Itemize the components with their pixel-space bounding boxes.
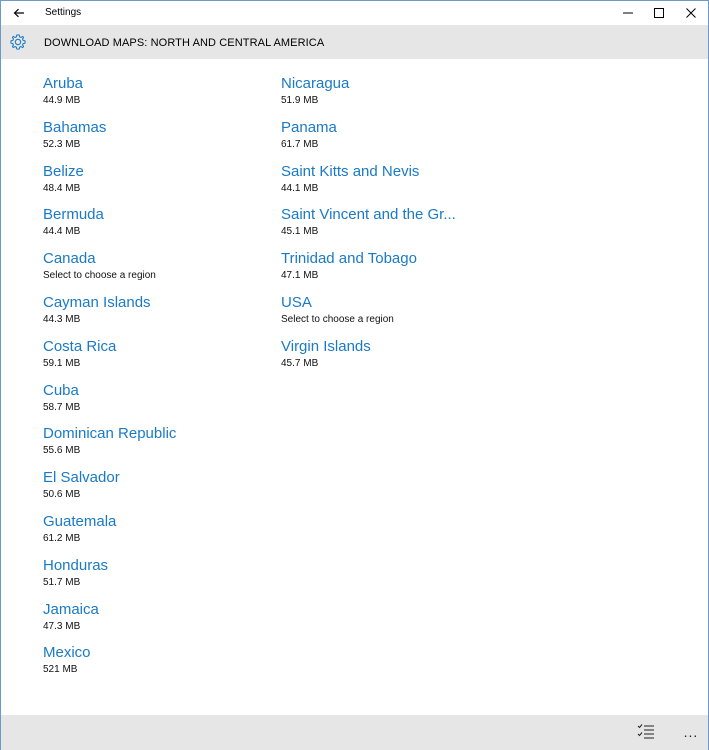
map-size: 52.3 MB [43, 138, 81, 150]
maximize-icon [654, 8, 664, 18]
map-size: 44.4 MB [43, 226, 81, 238]
more-button[interactable]: ... [679, 723, 703, 743]
country-list-item[interactable]: Honduras 51.7 MB [43, 556, 176, 600]
map-size: 47.1 MB [281, 270, 319, 282]
maximize-button[interactable] [643, 1, 675, 25]
map-size: 44.3 MB [43, 313, 81, 325]
country-name: Mexico [43, 644, 91, 662]
country-name: Guatemala [43, 512, 117, 530]
page-title: DOWNLOAD MAPS: NORTH AND CENTRAL AMERICA [44, 37, 325, 49]
map-size: 47.3 MB [43, 620, 81, 632]
map-size: 521 MB [43, 664, 78, 676]
country-list-item[interactable]: USA Select to choose a region [281, 293, 456, 337]
map-size: 61.7 MB [281, 138, 319, 150]
window-title: Settings [45, 7, 82, 18]
country-list-item[interactable]: Panama 61.7 MB [281, 118, 456, 162]
map-size: 50.6 MB [43, 489, 81, 501]
country-name: El Salvador [43, 469, 120, 487]
map-size: 44.1 MB [281, 182, 319, 194]
map-size: 44.9 MB [43, 95, 81, 106]
back-arrow-icon [13, 8, 24, 18]
country-list-item[interactable]: Cayman Islands 44.3 MB [43, 293, 176, 337]
map-size: 48.4 MB [43, 182, 81, 194]
country-name: USA [281, 293, 312, 311]
country-name: Aruba [43, 75, 84, 92]
map-size: 51.9 MB [281, 95, 319, 106]
country-list-item[interactable]: Bahamas 52.3 MB [43, 118, 176, 162]
country-name: Cayman Islands [43, 293, 151, 311]
select-button[interactable] [637, 723, 661, 743]
map-size: 59.1 MB [43, 357, 81, 369]
page-header: DOWNLOAD MAPS: NORTH AND CENTRAL AMERICA [1, 25, 708, 59]
country-list-item[interactable]: Nicaragua 51.9 MB [281, 74, 456, 118]
country-name: Nicaragua [281, 75, 350, 92]
country-list-item[interactable]: Guatemala 61.2 MB [43, 512, 176, 556]
country-list-item[interactable]: Belize 48.4 MB [43, 162, 176, 206]
country-list-item[interactable]: Costa Rica 59.1 MB [43, 337, 176, 381]
bottom-app-bar: ... [1, 715, 708, 750]
country-list-item[interactable]: Trinidad and Tobago 47.1 MB [281, 249, 456, 293]
country-name: Bahamas [43, 118, 107, 136]
minimize-icon [623, 12, 633, 14]
map-size: 45.1 MB [281, 226, 319, 238]
country-name: Saint Vincent and the Gr... [281, 206, 456, 224]
country-list-item[interactable]: Aruba 44.9 MB [43, 74, 176, 118]
country-list-item[interactable]: Canada Select to choose a region [43, 249, 176, 293]
country-list-item[interactable]: Dominican Republic 55.6 MB [43, 424, 176, 468]
country-list-item[interactable]: Jamaica 47.3 MB [43, 600, 176, 644]
country-name: Saint Kitts and Nevis [281, 162, 420, 180]
country-list-column-1: Aruba 44.9 MB Bahamas 52.3 MB Belize 48.4 MB B… [43, 74, 176, 687]
country-name: Dominican Republic [43, 425, 177, 443]
map-size: Select to choose a region [43, 270, 156, 282]
country-list-item[interactable]: Saint Vincent and the Gr... 45.1 MB [281, 205, 456, 249]
map-size: 58.7 MB [43, 401, 81, 413]
close-icon [686, 8, 696, 18]
country-name: Costa Rica [43, 337, 117, 355]
country-name: Virgin Islands [281, 337, 371, 355]
country-name: Canada [43, 250, 96, 268]
country-name: Panama [281, 118, 337, 136]
more-icon: ... [683, 724, 699, 740]
back-button[interactable] [5, 3, 33, 23]
gear-icon [10, 34, 26, 50]
map-size: 51.7 MB [43, 576, 81, 588]
map-size: 45.7 MB [281, 357, 319, 369]
country-list-column-2: Nicaragua 51.9 MB Panama 61.7 MB Saint Kitts… [281, 74, 456, 381]
minimize-button[interactable] [612, 1, 644, 25]
checklist-icon [637, 724, 654, 739]
country-name: Jamaica [43, 600, 99, 618]
map-size: 55.6 MB [43, 445, 81, 457]
country-name: Bermuda [43, 206, 104, 224]
country-list-item[interactable]: Virgin Islands 45.7 MB [281, 337, 456, 381]
country-name: Honduras [43, 556, 109, 574]
close-button[interactable] [675, 1, 707, 25]
country-list-item[interactable]: Saint Kitts and Nevis 44.1 MB [281, 162, 456, 206]
map-size: Select to choose a region [281, 313, 394, 325]
country-list-item[interactable]: El Salvador 50.6 MB [43, 468, 176, 512]
country-name: Cuba [43, 381, 79, 399]
country-name: Belize [43, 162, 84, 180]
country-list-item[interactable]: Cuba 58.7 MB [43, 381, 176, 425]
country-list-item[interactable]: Mexico 521 MB [43, 643, 176, 687]
settings-window: Settings DOWNLOAD MAPS: NORTH AND CENTRA… [0, 0, 709, 750]
map-size: 61.2 MB [43, 532, 81, 544]
country-name: Trinidad and Tobago [281, 250, 417, 268]
country-list-item[interactable]: Bermuda 44.4 MB [43, 205, 176, 249]
title-bar: Settings [1, 1, 708, 25]
